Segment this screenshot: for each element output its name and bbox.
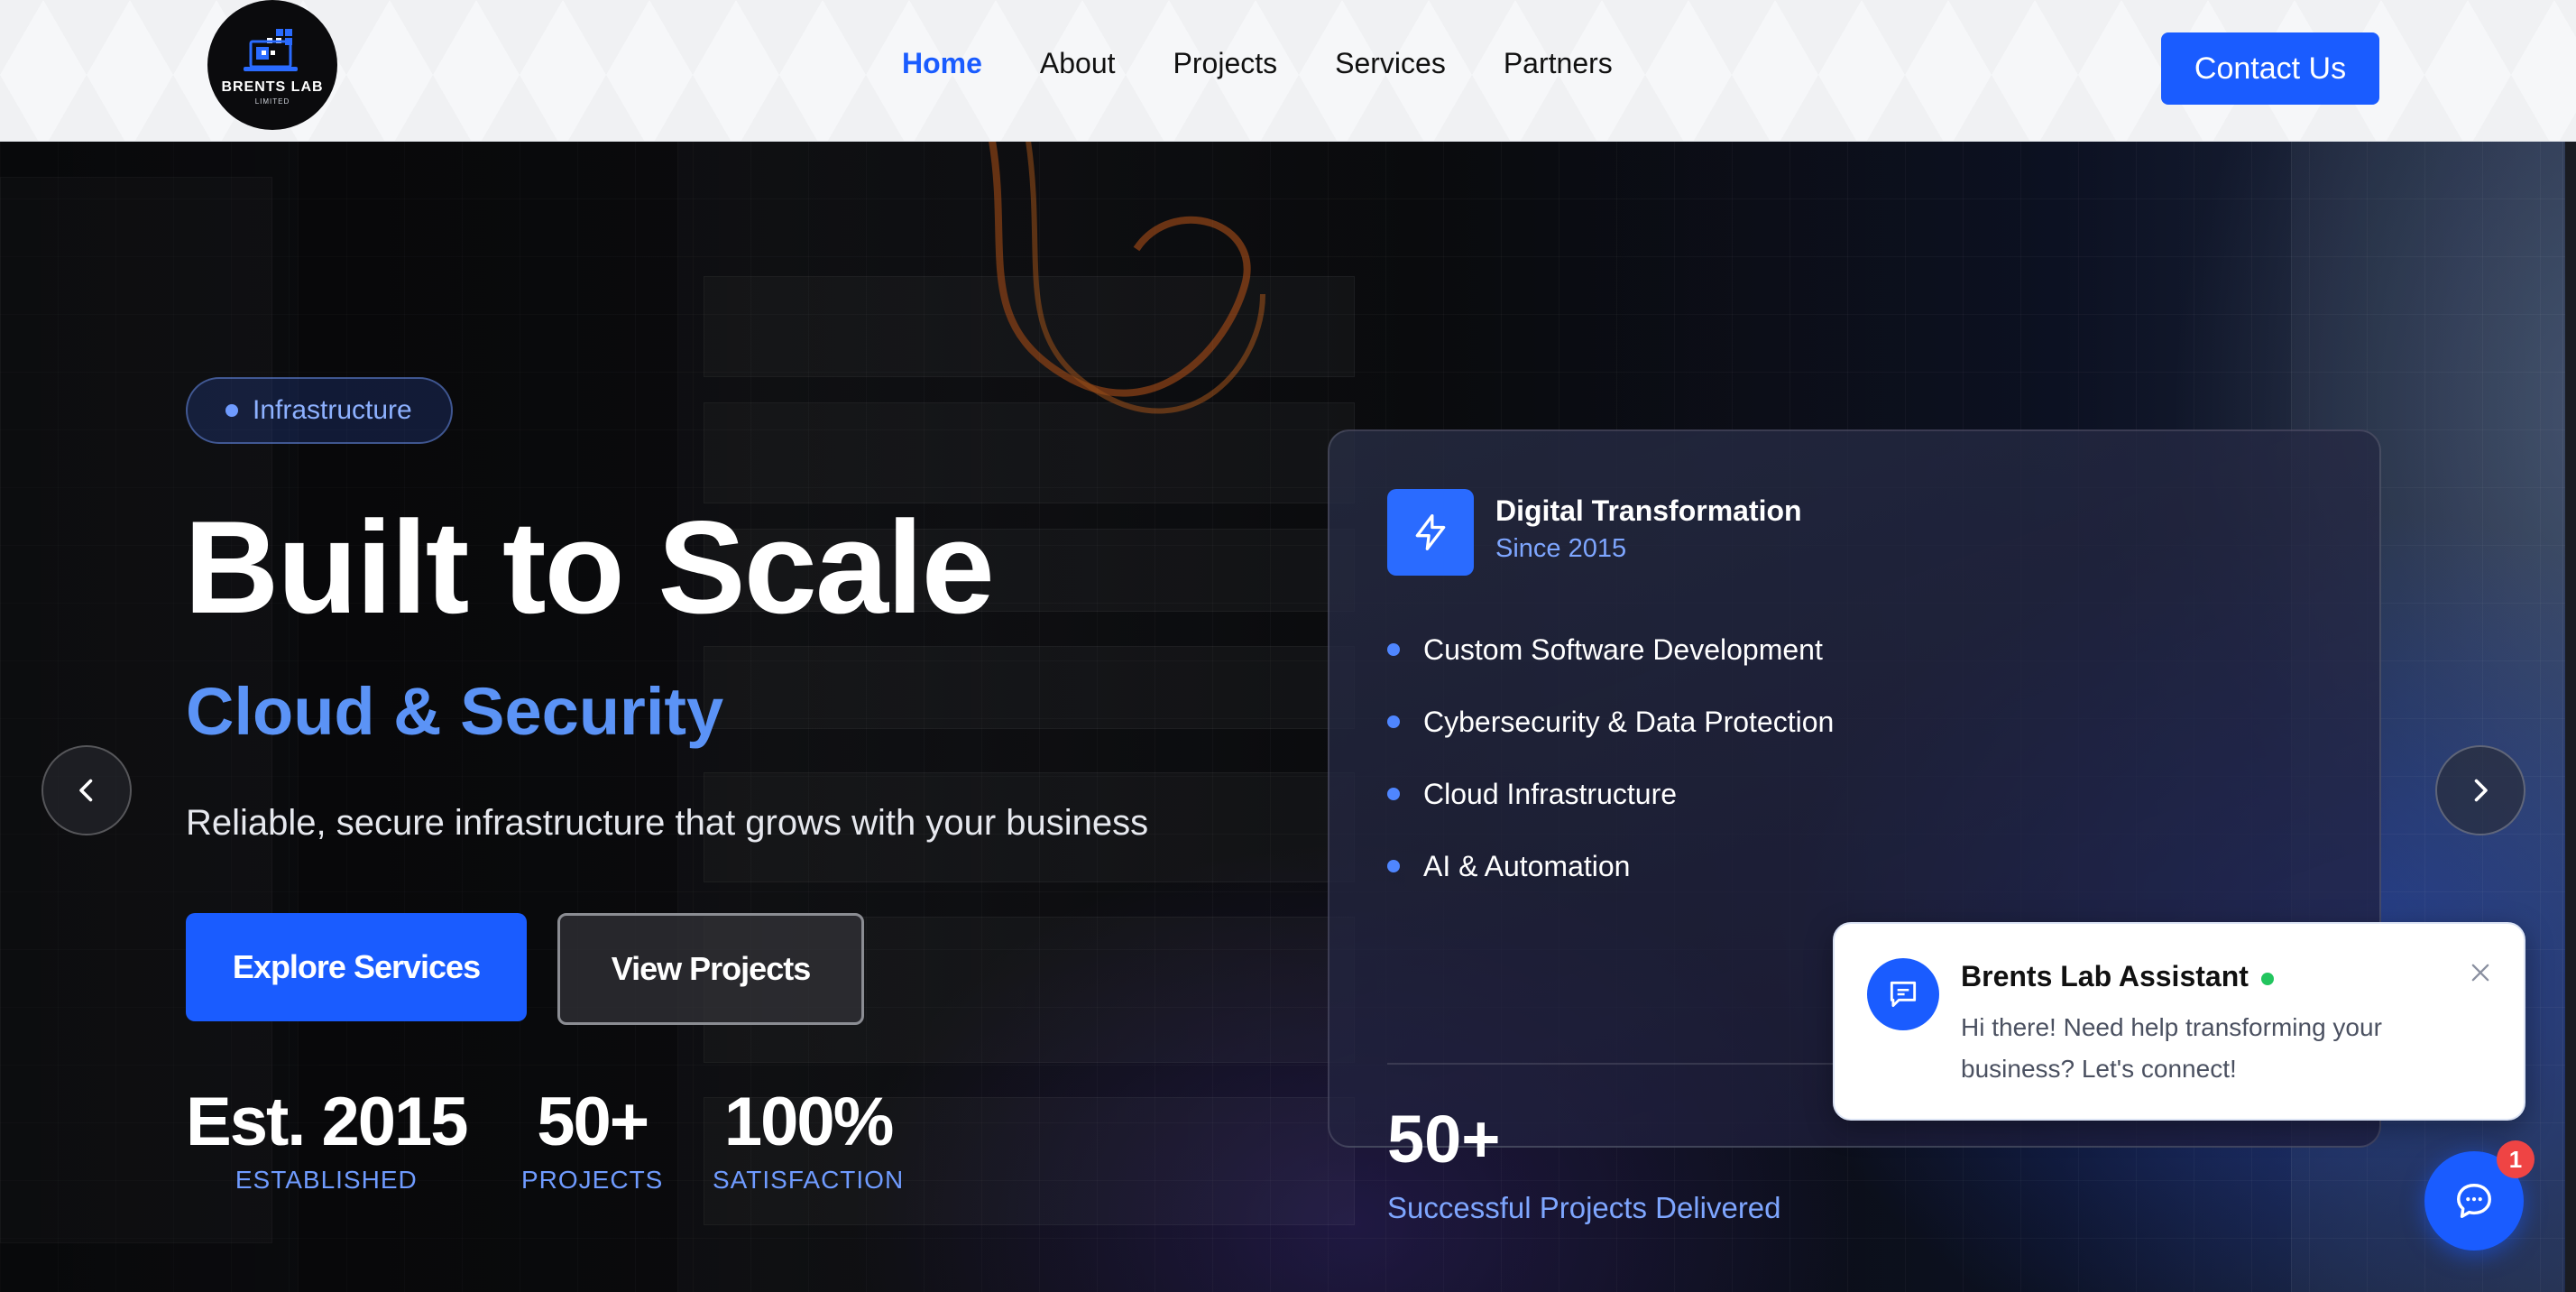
- bullet-icon: [1387, 715, 1400, 728]
- chevron-right-icon: [2474, 779, 2488, 802]
- close-icon[interactable]: [2461, 953, 2500, 992]
- chat-icon: [2457, 1184, 2491, 1218]
- chat-assistant-name: Brents Lab Assistant: [1961, 960, 2274, 993]
- stat-projects: 50+ PROJECTS: [521, 1088, 663, 1195]
- hero-title: Built to Scale: [184, 494, 995, 641]
- card-since: Since 2015: [1495, 534, 1627, 563]
- stat-label: PROJECTS: [521, 1166, 664, 1194]
- view-projects-button[interactable]: View Projects: [557, 913, 864, 1025]
- card-stat-label: Successful Projects Delivered: [1387, 1191, 1781, 1224]
- stat-label: ESTABLISHED: [235, 1166, 418, 1194]
- carousel-prev-button[interactable]: [41, 745, 132, 835]
- list-item: Cybersecurity & Data Protection: [1387, 686, 1834, 758]
- window-edge: [2565, 0, 2576, 1292]
- contact-us-button[interactable]: Contact Us: [2161, 32, 2379, 105]
- category-tag: Infrastructure: [186, 377, 453, 444]
- explore-services-button[interactable]: Explore Services: [186, 913, 527, 1021]
- nav-about[interactable]: About: [1040, 47, 1116, 80]
- service-list: Custom Software Development Cybersecurit…: [1387, 614, 1834, 902]
- nav-home[interactable]: Home: [902, 47, 982, 80]
- chevron-left-icon: [79, 779, 93, 802]
- stat-value: 100%: [723, 1084, 894, 1160]
- chat-message: Hi there! Need help transforming your bu…: [1961, 1013, 2382, 1083]
- nav-services[interactable]: Services: [1335, 47, 1446, 80]
- bullet-icon: [1387, 860, 1400, 872]
- chat-name-label: Brents Lab Assistant: [1961, 960, 2249, 992]
- list-item: AI & Automation: [1387, 830, 1834, 902]
- notification-badge: 1: [2497, 1140, 2535, 1178]
- nav-partners[interactable]: Partners: [1504, 47, 1613, 80]
- main-nav: Home About Projects Services Partners: [902, 47, 1613, 80]
- tag-label: Infrastructure: [253, 395, 412, 425]
- site-header: BRENTS LAB LIMITED Home About Projects S…: [0, 0, 2576, 142]
- list-item-label: AI & Automation: [1423, 849, 1631, 882]
- stat-value: 50+: [537, 1084, 649, 1160]
- hero-subtitle: Cloud & Security: [186, 674, 724, 749]
- nav-projects[interactable]: Projects: [1173, 47, 1278, 80]
- hero-description: Reliable, secure infrastructure that gro…: [186, 803, 1149, 843]
- logo-name: BRENTS LAB: [221, 78, 324, 95]
- lightning-icon: [1387, 489, 1474, 576]
- carousel-next-button[interactable]: [2435, 745, 2525, 835]
- list-item-label: Custom Software Development: [1423, 632, 1823, 666]
- stat-value: Est. 2015: [186, 1084, 469, 1160]
- list-item-label: Cloud Infrastructure: [1423, 777, 1678, 810]
- stat-established: Est. 2015 ESTABLISHED: [186, 1084, 469, 1195]
- bullet-icon: [1387, 788, 1400, 800]
- list-item-label: Cybersecurity & Data Protection: [1423, 705, 1835, 738]
- stat-satisfaction: 100% SATISFACTION: [713, 1088, 904, 1195]
- tag-dot-icon: [225, 404, 238, 417]
- chat-popup[interactable]: Brents Lab Assistant Hi there! Need help…: [1833, 922, 2525, 1121]
- card-title: Digital Transformation: [1495, 494, 1802, 527]
- laptop-logo-icon: [240, 28, 305, 74]
- list-item: Custom Software Development: [1387, 614, 1834, 686]
- logo-subtitle: LIMITED: [254, 97, 290, 106]
- bullet-icon: [1387, 643, 1400, 656]
- list-item: Cloud Infrastructure: [1387, 758, 1834, 830]
- online-status-icon: [2260, 972, 2274, 985]
- stat-label: SATISFACTION: [713, 1166, 905, 1194]
- chat-bubble-icon: [1867, 958, 1939, 1030]
- card-stat-value: 50+: [1387, 1102, 1501, 1177]
- brand-logo[interactable]: BRENTS LAB LIMITED: [207, 0, 337, 130]
